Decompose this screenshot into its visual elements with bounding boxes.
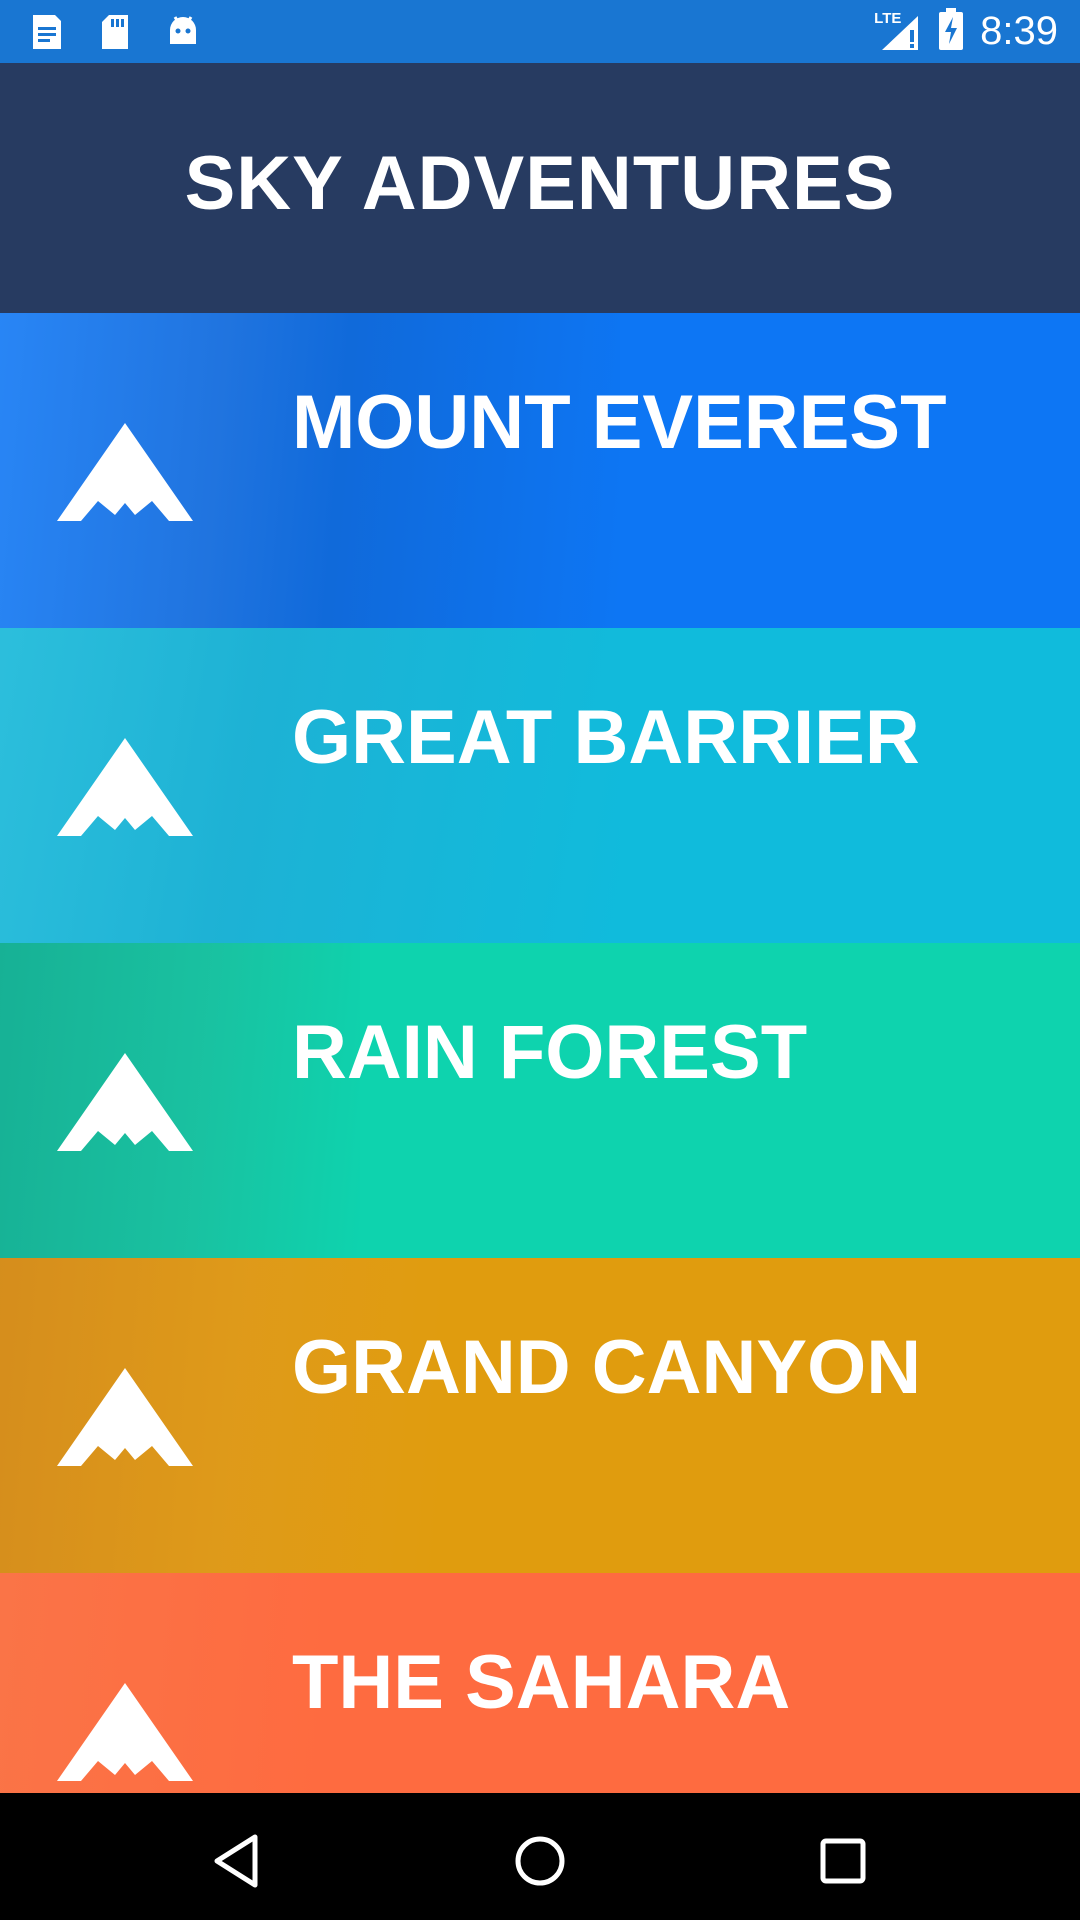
document-icon: [28, 11, 66, 53]
mountain-icon: [57, 1053, 193, 1151]
navigation-bar: [0, 1793, 1080, 1920]
destination-row-rain-forest[interactable]: RAIN FOREST: [0, 943, 1080, 1258]
network-type: LTE: [874, 9, 902, 27]
destination-row-mount-everest[interactable]: MOUNT EVEREST: [0, 313, 1080, 628]
destination-name: THE SAHARA: [292, 1640, 791, 1725]
recents-icon[interactable]: [803, 1821, 883, 1901]
lte-signal-icon: LTE: [874, 10, 922, 54]
destination-name: GRAND CANYON: [292, 1325, 922, 1410]
status-bar: LTE 8:39: [0, 0, 1080, 63]
home-icon[interactable]: [500, 1821, 580, 1901]
sd-card-icon: [96, 11, 134, 53]
app-header: SKY ADVENTURES: [0, 63, 1080, 313]
mountain-icon: [57, 738, 193, 836]
clock: 8:39: [980, 9, 1058, 53]
destination-row-the-sahara[interactable]: THE SAHARA: [0, 1573, 1080, 1793]
app-title: SKY ADVENTURES: [184, 140, 896, 226]
android-icon: [164, 11, 202, 53]
destination-row-great-barrier[interactable]: GREAT BARRIER: [0, 628, 1080, 943]
destination-name: RAIN FOREST: [292, 1010, 808, 1095]
back-icon[interactable]: [196, 1821, 276, 1901]
mountain-icon: [57, 423, 193, 521]
destination-name: MOUNT EVEREST: [292, 380, 947, 465]
mountain-icon: [57, 1683, 193, 1781]
battery-charging-icon: [938, 7, 964, 56]
destination-name: GREAT BARRIER: [292, 695, 920, 780]
destination-row-grand-canyon[interactable]: GRAND CANYON: [0, 1258, 1080, 1573]
mountain-icon: [57, 1368, 193, 1466]
